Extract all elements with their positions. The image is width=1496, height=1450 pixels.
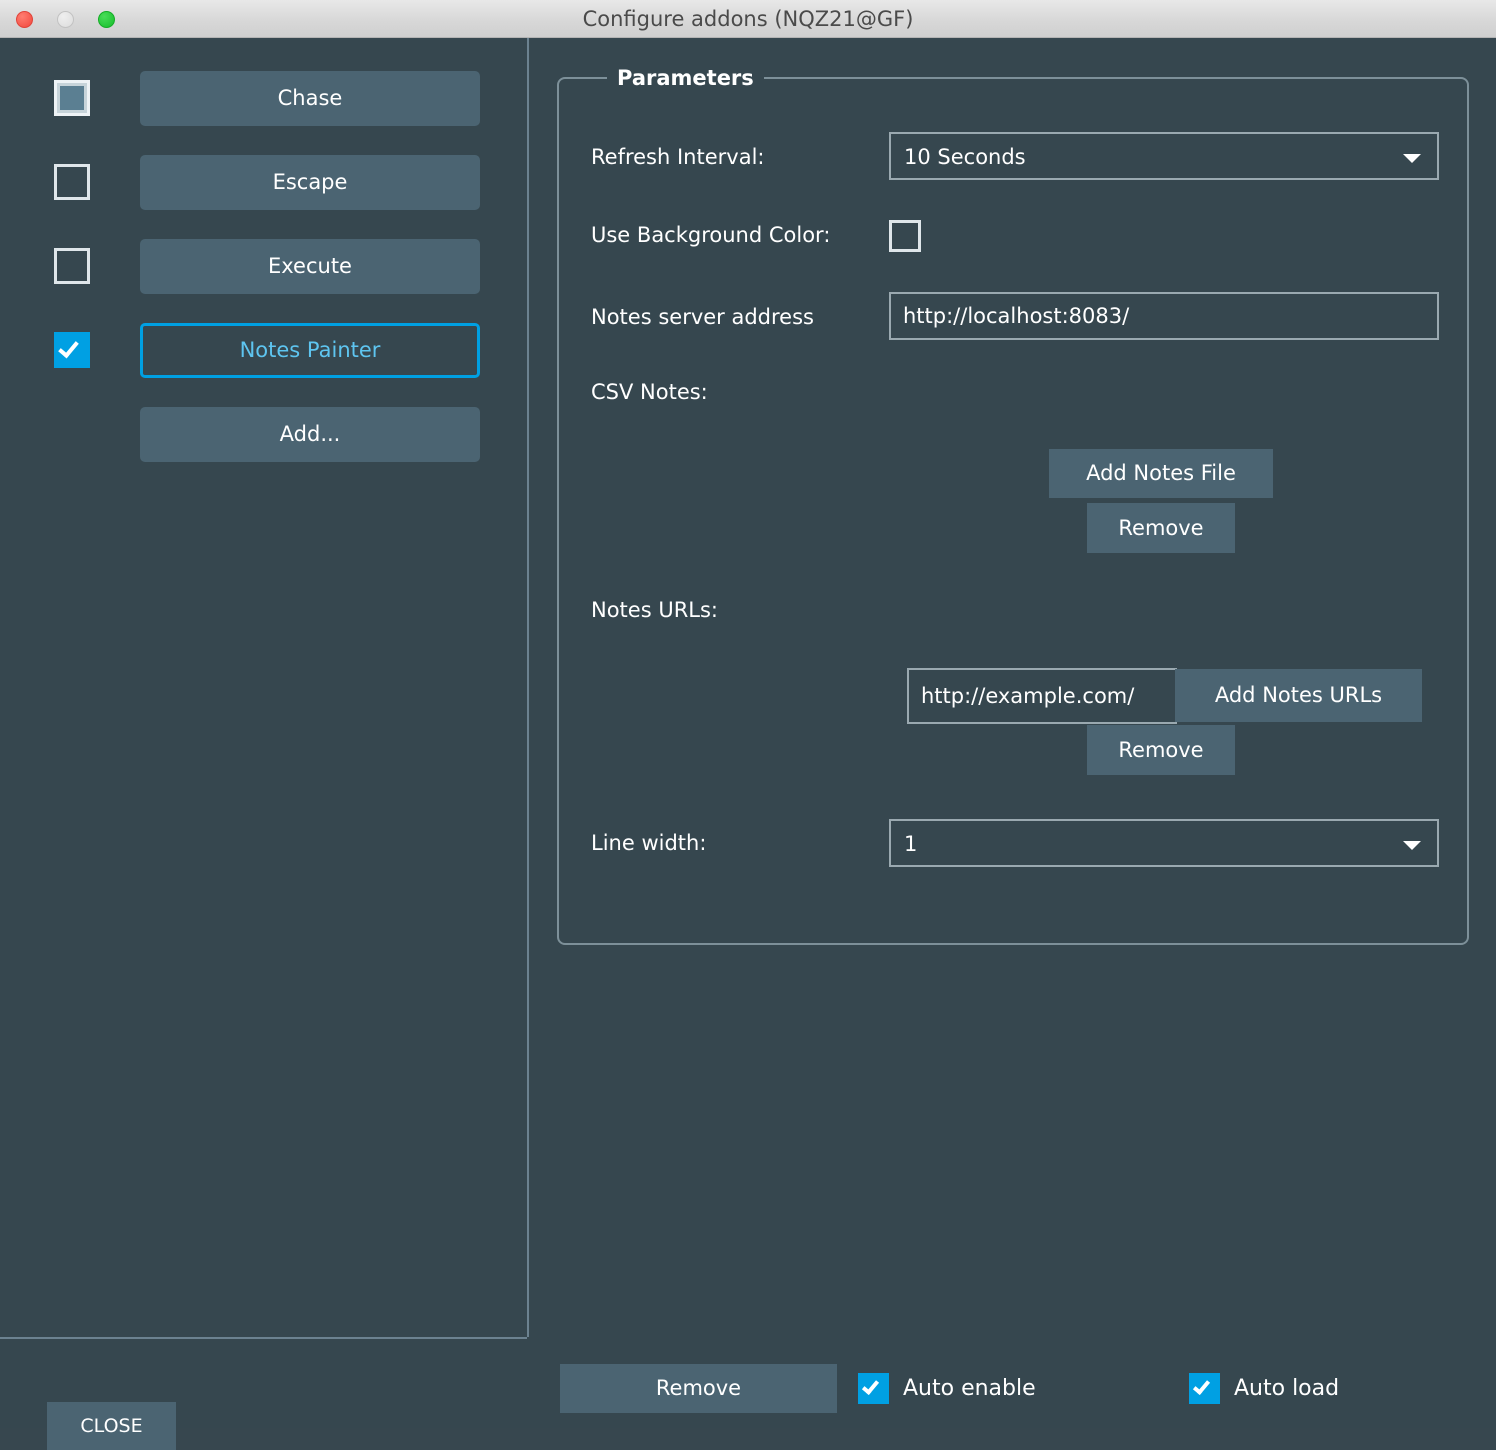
chevron-down-icon: [1403, 841, 1421, 850]
auto-load-checkbox[interactable]: [1189, 1373, 1220, 1404]
parameters-groupbox: [557, 77, 1469, 945]
addon-checkbox-chase[interactable]: [54, 80, 90, 116]
addon-row-escape: Escape: [0, 150, 527, 214]
add-notes-urls-button[interactable]: Add Notes URLs: [1175, 669, 1422, 722]
addon-button-execute[interactable]: Execute: [140, 239, 480, 294]
line-width-combobox[interactable]: 1: [889, 819, 1439, 867]
addon-button-chase[interactable]: Chase: [140, 71, 480, 126]
remove-notes-url-button[interactable]: Remove: [1087, 725, 1235, 775]
line-width-value: 1: [904, 821, 917, 865]
notes-server-address-input[interactable]: [889, 292, 1439, 340]
addon-checkbox-escape[interactable]: [54, 164, 90, 200]
notes-server-address-label: Notes server address: [591, 305, 814, 329]
refresh-interval-combobox[interactable]: 10 Seconds: [889, 132, 1439, 180]
remove-addon-button[interactable]: Remove: [560, 1364, 837, 1413]
refresh-interval-label: Refresh Interval:: [591, 145, 764, 169]
checkmark-icon: [862, 1377, 879, 1395]
addon-checkbox-notes-painter[interactable]: [54, 332, 90, 368]
parameters-panel: Parameters Refresh Interval: 10 Seconds …: [529, 38, 1496, 1428]
addon-checkbox-execute[interactable]: [54, 248, 90, 284]
notes-url-input[interactable]: [907, 668, 1177, 724]
window-titlebar: Configure addons (NQZ21@GF): [0, 0, 1496, 38]
use-background-color-checkbox[interactable]: [889, 220, 921, 252]
addons-sidebar: Chase Escape Execute Notes Painter Add..…: [0, 38, 527, 1428]
remove-csv-notes-button[interactable]: Remove: [1087, 503, 1235, 553]
auto-load-label: Auto load: [1234, 1373, 1339, 1404]
addon-row-chase: Chase: [0, 66, 527, 130]
csv-notes-label: CSV Notes:: [591, 380, 708, 404]
addon-button-escape[interactable]: Escape: [140, 155, 480, 210]
sidebar-bottom-divider: [0, 1337, 527, 1339]
add-addon-button[interactable]: Add...: [140, 407, 480, 462]
addon-row-add: Add...: [0, 402, 527, 466]
auto-enable-checkbox[interactable]: [858, 1373, 889, 1404]
addon-button-notes-painter[interactable]: Notes Painter: [140, 323, 480, 378]
close-dialog-button[interactable]: CLOSE: [47, 1402, 176, 1450]
configure-addons-window: Configure addons (NQZ21@GF) Chase Escape…: [0, 0, 1496, 1428]
window-title: Configure addons (NQZ21@GF): [0, 0, 1496, 38]
addon-row-execute: Execute: [0, 234, 527, 298]
checkmark-icon: [1193, 1377, 1210, 1395]
notes-urls-label: Notes URLs:: [591, 598, 718, 622]
parameters-groupbox-title: Parameters: [607, 68, 764, 88]
use-background-color-label: Use Background Color:: [591, 223, 830, 247]
refresh-interval-value: 10 Seconds: [904, 134, 1026, 178]
checkmark-icon: [58, 337, 79, 359]
add-notes-file-button[interactable]: Add Notes File: [1049, 449, 1273, 498]
chevron-down-icon: [1403, 154, 1421, 163]
line-width-label: Line width:: [591, 831, 706, 855]
addon-row-notes-painter: Notes Painter: [0, 318, 527, 382]
auto-enable-label: Auto enable: [903, 1373, 1036, 1404]
